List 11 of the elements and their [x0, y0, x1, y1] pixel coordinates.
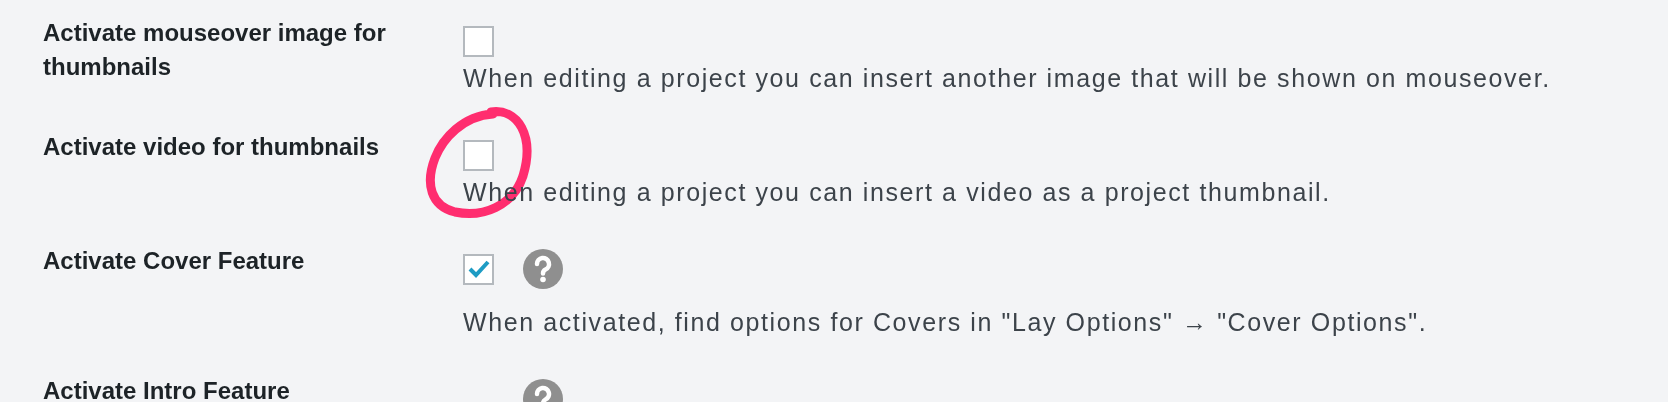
setting-label: Activate mouseover image for thumbnails — [42, 18, 387, 82]
setting-label: Activate Cover Feature — [42, 246, 306, 276]
checkbox[interactable] — [463, 139, 494, 171]
checkbox[interactable] — [463, 25, 494, 57]
setting-label: Activate Intro Feature — [42, 376, 291, 402]
checkbox[interactable] — [463, 253, 494, 285]
check-icon — [467, 260, 490, 278]
setting-description: When activated, find options for Covers in "Lay Options" → "Cover Options". — [463, 307, 1428, 338]
help-icon[interactable] — [522, 248, 564, 290]
setting-label: Activate video for thumbnails — [42, 132, 381, 162]
setting-description: When editing a project you can insert another image that will be shown on mouseover. — [463, 63, 1551, 94]
